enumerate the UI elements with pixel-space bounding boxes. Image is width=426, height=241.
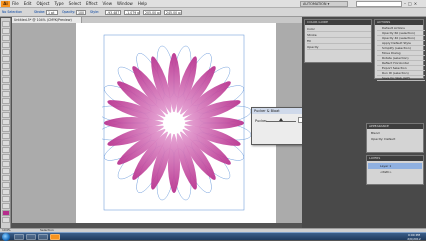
- color-guide-title: COLOR GUIDE: [305, 20, 371, 25]
- artboard-tool-icon[interactable]: [2, 189, 10, 195]
- color-guide-row[interactable]: Opacity: [307, 45, 371, 50]
- blend-tool-icon[interactable]: [2, 168, 10, 174]
- explorer-icon[interactable]: [14, 234, 24, 240]
- rectangle-tool-icon[interactable]: [2, 70, 10, 76]
- magic-wand-tool-icon[interactable]: [2, 35, 10, 41]
- menu-type[interactable]: Type: [54, 0, 63, 8]
- color-guide-row[interactable]: Color: [307, 27, 371, 32]
- layers-title: LAYERS: [367, 156, 423, 161]
- pucker-slider-knob[interactable]: [279, 118, 283, 121]
- appearance-row[interactable]: Opacity: Default: [368, 136, 422, 142]
- action-item[interactable]: Save for Web (GIF): [377, 76, 425, 81]
- rotate-tool-icon[interactable]: [2, 105, 10, 111]
- tools-panel: [1, 18, 11, 228]
- menu-view[interactable]: View: [103, 0, 113, 8]
- pencil-tool-icon[interactable]: [2, 84, 10, 90]
- taskbar: 0:00 PM 2/6/2012: [0, 232, 426, 241]
- slice-tool-icon[interactable]: [2, 182, 10, 188]
- warp-tool-icon[interactable]: [2, 119, 10, 125]
- right-panels: COLOR GUIDE Color Stroke Fill Opacity ACTIO…: [302, 17, 426, 228]
- menu-file[interactable]: File: [12, 0, 19, 8]
- opacity-label[interactable]: Opacity:: [62, 10, 75, 15]
- actions-panel: ACTIONS Default Actions Opacity 60 (selec…: [374, 19, 425, 81]
- selection-tool-icon[interactable]: [2, 21, 10, 27]
- gradient-tool-icon[interactable]: [2, 154, 10, 160]
- actions-title: ACTIONS: [375, 20, 423, 25]
- type-tool-icon[interactable]: [2, 56, 10, 62]
- menu-help[interactable]: Help: [138, 0, 147, 8]
- control-bar: No Selection Stroke: 1 pt Opacity: 100 S…: [0, 8, 426, 17]
- stroke-label[interactable]: Stroke:: [34, 10, 45, 15]
- app-logo: Ai: [1, 1, 10, 7]
- y-field[interactable]: -1.079 pt: [124, 10, 140, 15]
- color-guide-panel: COLOR GUIDE Color Stroke Fill Opacity: [304, 19, 372, 63]
- flower-center: [163, 112, 185, 134]
- x-field[interactable]: -93.487 px: [105, 10, 121, 15]
- blob-brush-tool-icon[interactable]: [2, 91, 10, 97]
- lasso-tool-icon[interactable]: [2, 42, 10, 48]
- hand-tool-icon[interactable]: [2, 196, 10, 202]
- symbol-sprayer-tool-icon[interactable]: [2, 133, 10, 139]
- eraser-tool-icon[interactable]: [2, 98, 10, 104]
- media-icon[interactable]: [38, 234, 48, 240]
- menu-effect[interactable]: Effect: [86, 0, 98, 8]
- menu-window[interactable]: Window: [117, 0, 133, 8]
- live-paint-tool-icon[interactable]: [2, 175, 10, 181]
- mesh-tool-icon[interactable]: [2, 147, 10, 153]
- width-field[interactable]: 205.00 px: [143, 10, 161, 15]
- appearance-title: APPEARANCE: [367, 124, 423, 129]
- eyedropper-tool-icon[interactable]: [2, 161, 10, 167]
- direct-select-tool-icon[interactable]: [2, 28, 10, 34]
- menu-list: File Edit Object Type Select Effect View Window…: [12, 0, 147, 8]
- workspace-switcher[interactable]: AUTOMATION ▾: [300, 1, 348, 7]
- window-controls: – □ ×: [404, 0, 417, 8]
- color-guide-row[interactable]: Fill: [307, 39, 371, 44]
- fill-swatch-icon[interactable]: [2, 210, 10, 216]
- appearance-panel: APPEARANCE Blend Opacity: Default: [366, 123, 424, 153]
- pucker-label: Pucker: [255, 119, 267, 123]
- menu-edit[interactable]: Edit: [24, 0, 32, 8]
- line-tool-icon[interactable]: [2, 63, 10, 69]
- close-icon[interactable]: ×: [414, 0, 417, 8]
- opacity-field[interactable]: 100: [76, 10, 86, 15]
- menu-bar: Ai File Edit Object Type Select Effect View Win…: [0, 0, 426, 8]
- color-guide-row[interactable]: Stroke: [307, 33, 371, 38]
- height-field[interactable]: 245.00 px: [164, 10, 182, 15]
- free-transform-tool-icon[interactable]: [2, 126, 10, 132]
- stroke-field[interactable]: 1 pt: [46, 10, 58, 15]
- minimize-icon[interactable]: –: [404, 0, 406, 8]
- layer-row[interactable]: <Path>: [368, 169, 422, 175]
- search-input[interactable]: [356, 1, 402, 7]
- pen-tool-icon[interactable]: [2, 49, 10, 55]
- menu-select[interactable]: Select: [69, 0, 81, 8]
- layers-panel: LAYERS Layer 1 <Path>: [366, 155, 424, 185]
- brush-tool-icon[interactable]: [2, 77, 10, 83]
- pucker-slider-track[interactable]: [266, 121, 296, 122]
- style-label[interactable]: Style:: [90, 10, 99, 15]
- selection-label: No Selection: [2, 10, 23, 14]
- date: 2/6/2012: [407, 237, 421, 241]
- stroke-swatch-icon[interactable]: [2, 217, 10, 223]
- scale-tool-icon[interactable]: [2, 112, 10, 118]
- illustrator-icon[interactable]: [50, 234, 60, 240]
- menu-object[interactable]: Object: [36, 0, 49, 8]
- graph-tool-icon[interactable]: [2, 140, 10, 146]
- maximize-icon[interactable]: □: [408, 0, 412, 8]
- zoom-tool-icon[interactable]: [2, 203, 10, 209]
- browser-icon[interactable]: [26, 234, 36, 240]
